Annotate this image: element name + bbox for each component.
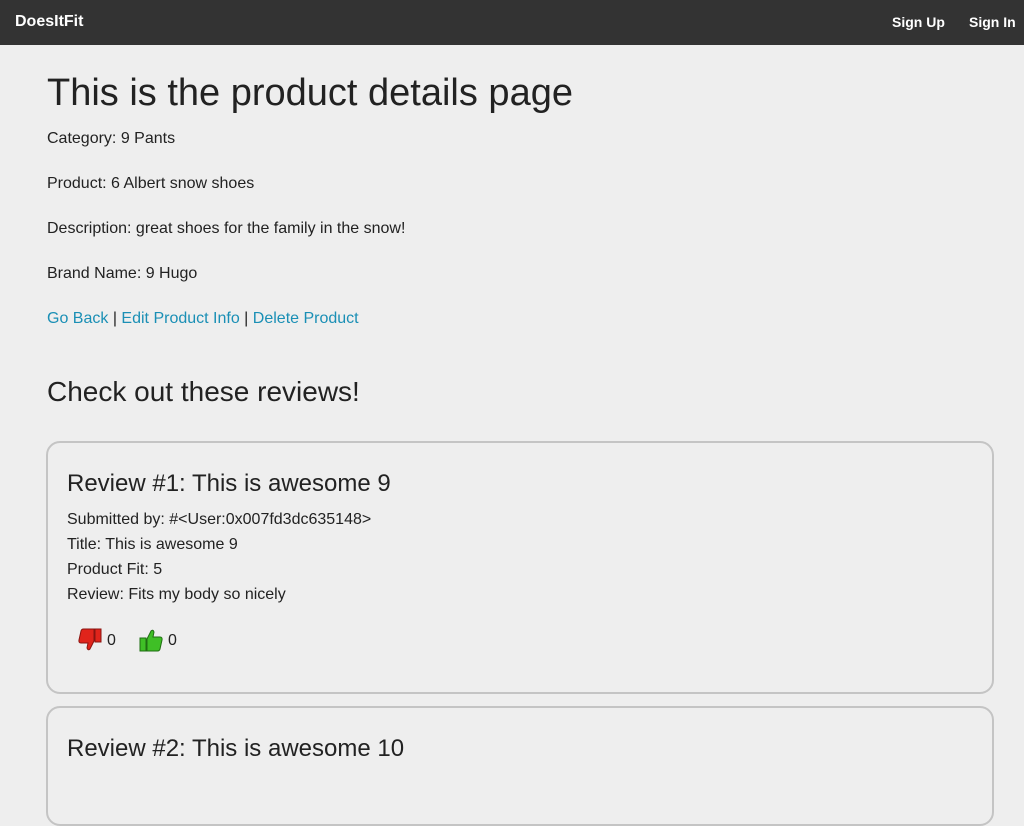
brand-name-text: Brand Name: 9 Hugo bbox=[47, 265, 198, 282]
product-actions: Go Back | Edit Product Info | Delete Pro… bbox=[47, 310, 359, 328]
description-text: Description: great shoes for the family … bbox=[47, 220, 406, 237]
edit-product-link[interactable]: Edit Product Info bbox=[121, 310, 239, 327]
review-heading: Review #1: This is awesome 9 bbox=[67, 470, 391, 497]
page-title: This is the product details page bbox=[47, 72, 573, 114]
thumbs-down-count: 0 bbox=[107, 632, 116, 649]
navbar: DoesItFit Sign Up Sign In bbox=[0, 0, 1024, 45]
thumbs-up-button[interactable]: 0 bbox=[137, 626, 177, 654]
review-fit: Product Fit: 5 bbox=[67, 561, 163, 578]
thumbs-up-icon bbox=[137, 626, 165, 654]
go-back-link[interactable]: Go Back bbox=[47, 310, 108, 327]
review-card: Review #2: This is awesome 10 bbox=[46, 706, 994, 826]
link-separator: | bbox=[244, 310, 249, 327]
thumbs-down-icon bbox=[76, 626, 104, 654]
review-heading: Review #2: This is awesome 10 bbox=[67, 735, 405, 762]
sign-up-link[interactable]: Sign Up bbox=[892, 14, 945, 30]
sign-in-link[interactable]: Sign In bbox=[969, 14, 1016, 30]
review-card: Review #1: This is awesome 9 Submitted b… bbox=[46, 441, 994, 694]
review-text: Review: Fits my body so nicely bbox=[67, 586, 286, 603]
thumbs-up-count: 0 bbox=[168, 632, 177, 649]
review-title-text: Title: This is awesome 9 bbox=[67, 536, 238, 553]
category-text: Category: 9 Pants bbox=[47, 130, 176, 147]
thumbs-down-button[interactable]: 0 bbox=[76, 626, 116, 654]
review-submitted-by: Submitted by: #<User:0x007fd3dc635148> bbox=[67, 511, 372, 528]
link-separator: | bbox=[112, 310, 117, 327]
brand-link[interactable]: DoesItFit bbox=[15, 13, 83, 31]
delete-product-link[interactable]: Delete Product bbox=[253, 310, 359, 327]
product-text: Product: 6 Albert snow shoes bbox=[47, 175, 255, 192]
reviews-heading: Check out these reviews! bbox=[47, 376, 360, 407]
